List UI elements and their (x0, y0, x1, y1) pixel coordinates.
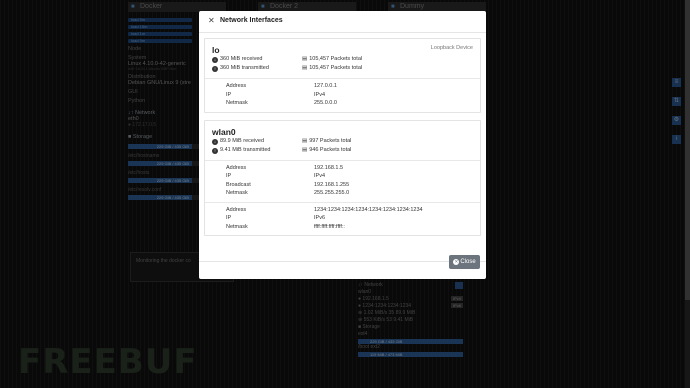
transmitted-packets: ▤ 105,457 Packets total (302, 65, 363, 71)
ip-row: IP IPv4 (226, 92, 480, 101)
ip-key: IP (226, 91, 232, 98)
network-interfaces-modal: ✕ Network Interfaces lo Loopback Device … (199, 11, 486, 279)
interface-card-wlan0: wlan0 ↓ 89.9 MiB received ▤ 997 Packets to… (204, 119, 481, 236)
netmask-value: 255.0.0.0 (314, 100, 337, 106)
address-group-ipv6: Address 1234:1234:1234:1234:1234:1234:123… (205, 201, 480, 236)
ip-key: IP (226, 215, 232, 221)
interface-summary: wlan0 ↓ 89.9 MiB received ▤ 997 Packets to… (205, 121, 480, 156)
address-key: Address (226, 206, 247, 213)
address-row: Address 127.0.0.1 (226, 83, 480, 92)
packets-icon: ▤ (302, 56, 308, 62)
netmask-value: 255.255.255.0 (314, 190, 350, 196)
received-packets: ▤ 997 Packets total (302, 137, 352, 144)
netmask-key: Netmask (226, 100, 248, 106)
ip-key: IP (226, 173, 232, 179)
transmitted-packets: ▤ 946 Packets total (302, 146, 352, 153)
transmitted-stat: ↑ 360 MiB transmitted (212, 65, 269, 72)
packets-icon: ▤ (302, 146, 308, 153)
address-key: Address (226, 164, 247, 171)
close-button[interactable]: ✕ Close (449, 255, 480, 269)
ip-value: IPv6 (314, 215, 326, 221)
netmask-row: Netmask 255.255.255.0 (226, 190, 480, 199)
broadcast-row: Broadcast 192.168.1.255 (226, 182, 480, 191)
address-value: 1234:1234:1234:1234:1234:1234:1234:1234 (314, 206, 423, 213)
packets-icon: ▤ (302, 65, 308, 71)
netmask-row: Netmask ffff:ffff:ffff:ffff:: (226, 224, 480, 233)
modal-title: Network Interfaces (220, 17, 283, 24)
modal-header: ✕ Network Interfaces (199, 11, 486, 33)
received-row: ↓ 89.9 MiB received ▤ 997 Packets total (212, 138, 480, 147)
close-circle-icon: ✕ (453, 259, 460, 265)
broadcast-value: 192.168.1.255 (314, 181, 350, 188)
upload-icon: ↑ (212, 66, 218, 72)
close-icon[interactable]: ✕ (208, 16, 215, 25)
address-key: Address (226, 83, 247, 89)
address-row: Address 192.168.1.5 (226, 165, 480, 174)
transmitted-stat: ↑ 9.41 MiB transmitted (212, 146, 271, 154)
close-button-label: Close (460, 259, 476, 265)
interface-name: wlan0 (212, 126, 236, 137)
address-value: 192.168.1.5 (314, 164, 344, 171)
netmask-key: Netmask (226, 190, 248, 196)
address-value: 127.0.0.1 (314, 83, 337, 89)
modal-footer: ✕ Close (199, 255, 486, 279)
broadcast-key: Broadcast (226, 181, 251, 188)
packets-icon: ▤ (302, 137, 308, 144)
netmask-key: Netmask (226, 223, 248, 230)
device-type-label: Loopback Device (430, 45, 473, 51)
address-group: Address 127.0.0.1 IP IPv4 Netmask 255.0.0.0 (205, 78, 480, 112)
ip-row: IP IPv4 (226, 173, 480, 182)
transmitted-row: ↑ 360 MiB transmitted ▤ 105,457 Packets to… (212, 65, 480, 74)
netmask-row: Netmask 255.0.0.0 (226, 100, 480, 109)
address-group-ipv4: Address 192.168.1.5 IP IPv4 Broadcast 192.1… (205, 159, 480, 202)
modal-body: lo Loopback Device ↓ 360 MiB received ▤ 10… (204, 38, 481, 263)
interface-summary: lo Loopback Device ↓ 360 MiB received ▤ 10… (205, 39, 480, 74)
ip-row: IP IPv6 (226, 215, 480, 224)
address-row: Address 1234:1234:1234:1234:1234:1234:123… (226, 207, 480, 216)
received-stat: ↓ 360 MiB received (212, 56, 263, 63)
netmask-value: ffff:ffff:ffff:ffff:: (314, 223, 345, 230)
ip-value: IPv4 (314, 173, 326, 179)
download-icon: ↓ (212, 57, 218, 63)
download-icon: ↓ (212, 138, 218, 145)
ip-value: IPv4 (314, 91, 326, 98)
interface-card-lo: lo Loopback Device ↓ 360 MiB received ▤ 10… (204, 38, 481, 113)
received-packets: ▤ 105,457 Packets total (302, 56, 363, 62)
received-stat: ↓ 89.9 MiB received (212, 137, 265, 145)
upload-icon: ↑ (212, 147, 218, 154)
received-row: ↓ 360 MiB received ▤ 105,457 Packets total (212, 56, 480, 65)
transmitted-row: ↑ 9.41 MiB transmitted ▤ 946 Packets total (212, 147, 480, 156)
